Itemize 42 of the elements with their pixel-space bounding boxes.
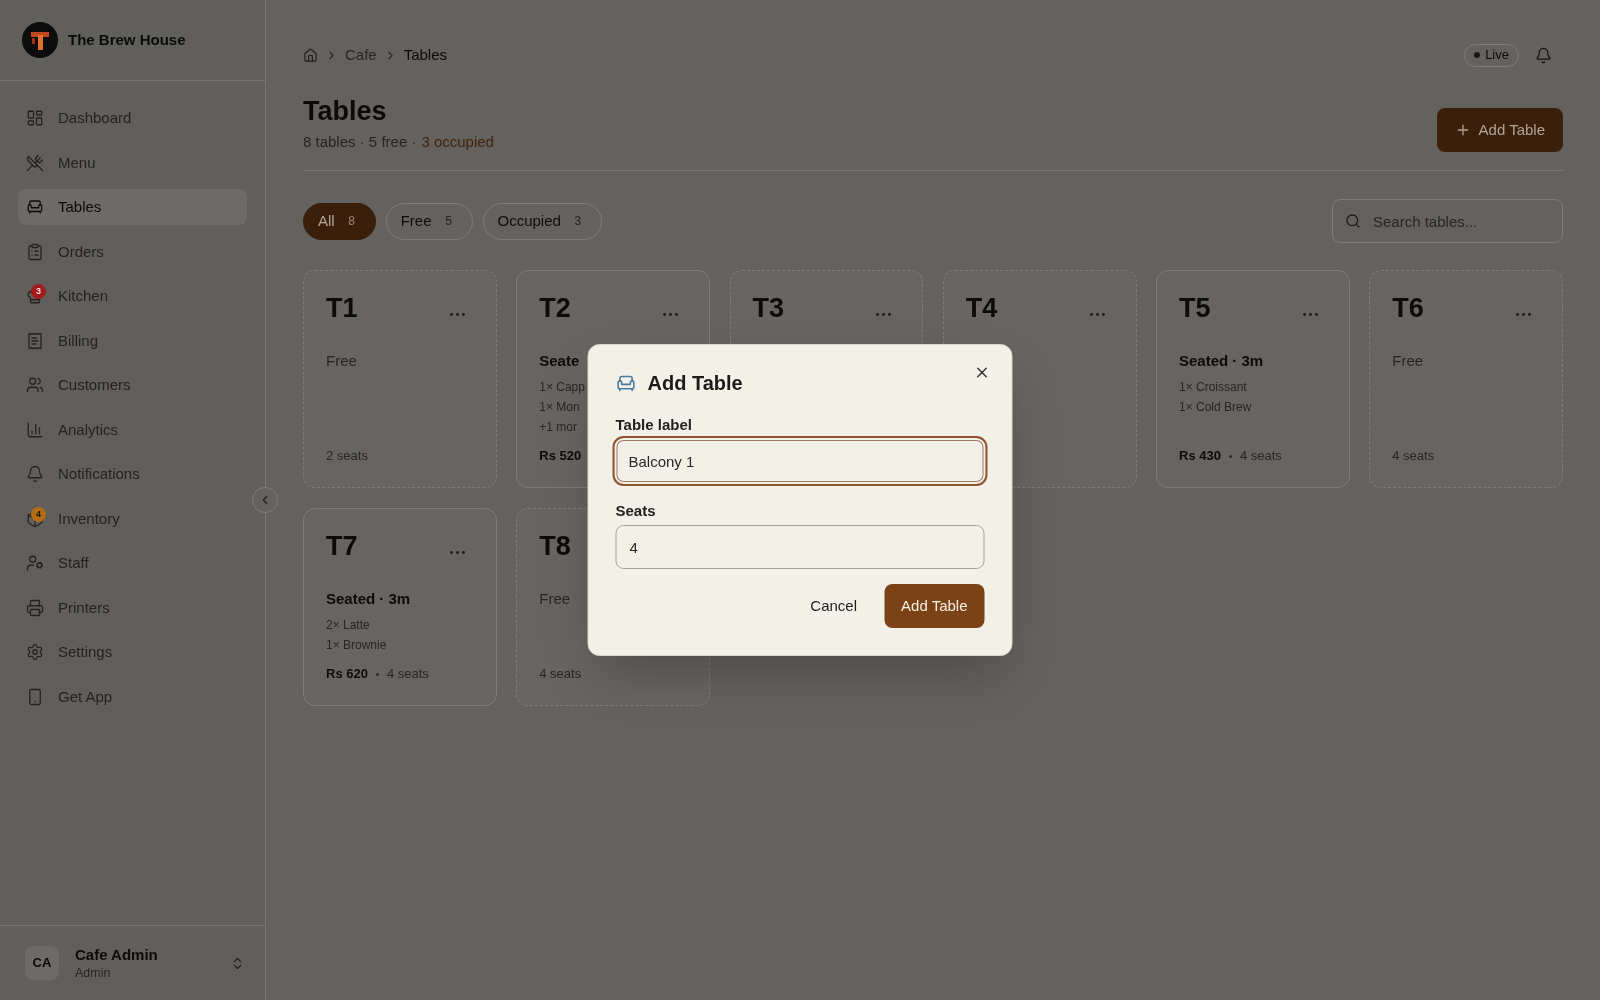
table-status: Seate — [539, 351, 580, 371]
seat-count: 2 seats — [326, 447, 368, 465]
table-number: T7 — [326, 530, 358, 562]
user-name: Cafe Admin — [75, 944, 158, 965]
breadcrumb-current: Tables — [403, 44, 448, 65]
order-item: +1 mor — [539, 419, 577, 436]
order-item: 1× Capp — [539, 379, 585, 396]
order-item: 1× Croissant — [1179, 379, 1247, 396]
table-status: Seated · 3m — [326, 589, 411, 609]
seat-count: 4 seats — [386, 665, 429, 683]
table-number: T4 — [965, 292, 998, 324]
table-number: T6 — [1392, 292, 1424, 324]
count-badge: 3 — [31, 284, 46, 299]
seat-count: 4 seats — [539, 665, 582, 683]
table-number: T8 — [539, 530, 571, 562]
live-label: Live — [1485, 46, 1509, 65]
dialog-title: Add Table — [647, 371, 743, 396]
brand-name: The Brew House — [68, 29, 186, 50]
table-number: T5 — [1179, 292, 1211, 324]
avatar-initials: CA — [25, 946, 59, 980]
table-summary: 8 tables · 5 free · 3 occupied — [303, 132, 494, 152]
table-number: T3 — [752, 292, 784, 324]
table-status: Free — [1392, 351, 1424, 371]
table-number: T1 — [326, 292, 358, 324]
table-status: Seated · 3m — [1179, 351, 1264, 371]
order-total: Rs 620 — [326, 665, 368, 683]
page-title: Tables — [303, 95, 388, 127]
order-total: Rs 520 — [539, 447, 582, 465]
field-label: Seats — [615, 501, 657, 521]
order-item: 1× Brownie — [326, 637, 387, 654]
order-item: 2× Latte — [326, 617, 370, 634]
user-role: Admin — [75, 964, 112, 982]
table-status: Free — [539, 589, 571, 609]
field-label: Table label — [615, 415, 693, 435]
table-number: T2 — [539, 292, 571, 324]
seat-count: 4 seats — [1239, 447, 1282, 465]
order-item: 1× Cold Brew — [1179, 399, 1252, 416]
order-total: Rs 430 — [1179, 447, 1221, 465]
seat-count: 4 seats — [1392, 447, 1435, 465]
table-status: Free — [326, 351, 357, 371]
order-item: 1× Mon — [539, 399, 580, 416]
count-badge: 4 — [31, 506, 46, 522]
